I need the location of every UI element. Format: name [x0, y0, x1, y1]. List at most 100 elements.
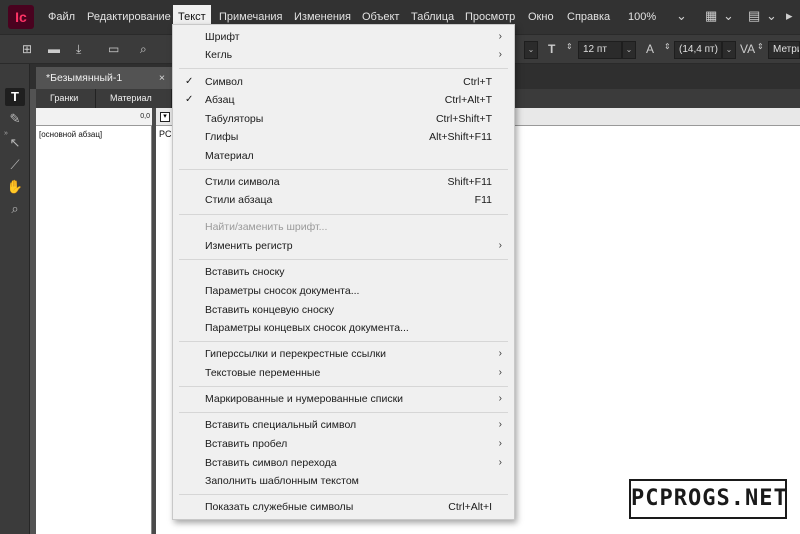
ruler-value: 0,0 — [140, 113, 150, 120]
note-tool-icon[interactable]: ✎ — [5, 110, 25, 128]
menu-item-paragraph[interactable]: ✓ Абзац Ctrl+Alt+T — [173, 91, 514, 109]
menu-item-label: Изменить регистр — [205, 240, 293, 252]
menu-item-endnote-options[interactable]: Параметры концевых сносок документа... — [173, 319, 514, 337]
menu-item-hyperlinks[interactable]: Гиперссылки и перекрестные ссылки › — [173, 345, 514, 363]
menu-item-insert-footnote[interactable]: Вставить сноску — [173, 263, 514, 281]
ruler-marker-icon[interactable]: ▾ — [160, 112, 170, 122]
zoom-dropdown-icon[interactable]: ⌄ — [676, 8, 687, 24]
font-size-dropdown[interactable]: ⌄ — [622, 41, 636, 59]
menu-item-shortcut: Ctrl+T — [463, 76, 492, 88]
screen-mode-dropdown-icon[interactable]: ⌄ — [723, 8, 734, 24]
menu-item-label: Параметры сносок документа... — [205, 285, 360, 297]
menu-item-label: Вставить концевую сноску — [205, 304, 334, 316]
menu-changes[interactable]: Изменения — [294, 9, 351, 25]
menu-item-label: Кегль — [205, 49, 233, 61]
leading-field[interactable]: (14,4 пт) — [674, 41, 722, 59]
leading-stepper-icon[interactable]: ⇕ — [664, 42, 671, 51]
menu-item-insert-white-space[interactable]: Вставить пробел › — [173, 435, 514, 453]
menu-notes[interactable]: Примечания — [219, 9, 283, 25]
depth-ruler: 0,0 — [36, 108, 152, 126]
menu-item-tabs[interactable]: Табуляторы Ctrl+Shift+T — [173, 110, 514, 128]
tools-panel: » T ✎ ↖ ⟋ ✋ ⌕ — [0, 64, 30, 534]
menu-item-change-case[interactable]: Изменить регистр › — [173, 237, 514, 255]
paragraph-style-label: [основной абзац] — [39, 130, 103, 139]
menu-separator — [179, 494, 508, 495]
menu-item-shortcut: Ctrl+Shift+T — [435, 113, 492, 125]
menu-item-insert-special-character[interactable]: Вставить специальный символ › — [173, 416, 514, 434]
menu-item-label: Абзац — [205, 94, 235, 106]
tab-galley[interactable]: Гранки — [36, 89, 96, 108]
menu-item-insert-break-character[interactable]: Вставить символ перехода › — [173, 454, 514, 472]
menu-item-show-hidden-characters[interactable]: Показать служебные символы Ctrl+Alt+I — [173, 498, 514, 516]
checkmark-icon: ✓ — [185, 76, 194, 87]
menu-window[interactable]: Окно — [528, 9, 554, 25]
menu-item-label: Маркированные и нумерованные списки — [205, 393, 404, 405]
menu-item-label: Табуляторы — [205, 113, 264, 125]
zoom-tool-icon[interactable]: ⌕ — [5, 200, 25, 218]
menu-object[interactable]: Объект — [362, 9, 399, 25]
hand-tool-icon[interactable]: ✋ — [5, 178, 25, 196]
menu-item-paragraph-styles[interactable]: Стили абзаца F11 — [173, 191, 514, 209]
menu-item-font[interactable]: Шрифт › — [173, 28, 514, 46]
menu-item-find-font: Найти/заменить шрифт... — [173, 218, 514, 236]
menu-item-size[interactable]: Кегль › — [173, 46, 514, 64]
submenu-arrow-icon: › — [498, 367, 502, 378]
menu-item-label: Найти/заменить шрифт... — [205, 221, 328, 233]
menu-item-bullets-numbering[interactable]: Маркированные и нумерованные списки › — [173, 390, 514, 408]
open-icon[interactable]: ▬ — [48, 42, 60, 56]
submenu-arrow-icon: › — [498, 438, 502, 449]
type-tool-icon[interactable]: T — [5, 88, 25, 106]
menu-item-insert-endnote[interactable]: Вставить концевую сноску — [173, 301, 514, 319]
direct-selection-tool-icon[interactable]: ↖ — [5, 134, 25, 152]
menu-view[interactable]: Просмотр — [465, 9, 515, 25]
menu-table[interactable]: Таблица — [411, 9, 454, 25]
share-icon[interactable]: ▸ — [786, 8, 793, 24]
menu-item-label: Глифы — [205, 131, 239, 143]
leading-dropdown[interactable]: ⌄ — [722, 41, 736, 59]
zoom-level[interactable]: 100% — [628, 9, 656, 25]
menu-item-character-styles[interactable]: Стили символа Shift+F11 — [173, 173, 514, 191]
menu-item-label: Вставить специальный символ — [205, 419, 357, 431]
font-size-field[interactable]: 12 пт — [578, 41, 622, 59]
arrange-dropdown-icon[interactable]: ⌄ — [766, 8, 777, 24]
menu-item-glyphs[interactable]: Глифы Alt+Shift+F11 — [173, 128, 514, 146]
eyedropper-tool-icon[interactable]: ⟋ — [5, 156, 25, 174]
menu-item-story[interactable]: Материал — [173, 147, 514, 165]
submenu-arrow-icon: › — [498, 240, 502, 251]
menu-item-footnote-options[interactable]: Параметры сносок документа... — [173, 282, 514, 300]
arrange-documents-icon[interactable]: ▤ — [748, 8, 760, 24]
menu-separator — [179, 412, 508, 413]
font-style-dropdown[interactable]: ⌄ — [524, 41, 538, 59]
tab-story[interactable]: Материал — [96, 89, 172, 108]
menu-help[interactable]: Справка — [567, 9, 610, 25]
submenu-arrow-icon: › — [498, 31, 502, 42]
kerning-field[interactable]: Метрич — [768, 41, 800, 59]
kerning-stepper-icon[interactable]: ⇕ — [757, 42, 764, 51]
search-icon[interactable]: ⌕ — [140, 42, 147, 57]
submenu-arrow-icon: › — [498, 457, 502, 468]
text-menu-dropdown: Шрифт › Кегль › ✓ Символ Ctrl+T ✓ Абзац … — [172, 24, 515, 520]
new-document-icon[interactable]: ⊞ — [22, 42, 32, 56]
document-tab[interactable]: *Безымянный-1 × — [36, 67, 173, 89]
menu-item-fill-placeholder-text[interactable]: Заполнить шаблонным текстом — [173, 472, 514, 490]
submenu-arrow-icon: › — [498, 419, 502, 430]
menu-file[interactable]: Файл — [48, 9, 75, 25]
submenu-arrow-icon: › — [498, 49, 502, 60]
close-icon[interactable]: × — [159, 67, 165, 89]
menu-item-label: Вставить сноску — [205, 266, 285, 278]
menu-item-label: Вставить символ перехода — [205, 457, 337, 469]
menu-separator — [179, 169, 508, 170]
menu-item-shortcut: Alt+Shift+F11 — [429, 131, 492, 143]
menu-separator — [179, 68, 508, 69]
menu-item-text-variables[interactable]: Текстовые переменные › — [173, 364, 514, 382]
menu-separator — [179, 214, 508, 215]
font-size-stepper-icon[interactable]: ⇕ — [566, 42, 573, 51]
menu-item-label: Шрифт — [205, 31, 240, 43]
screen-mode-icon[interactable]: ▦ — [705, 8, 717, 24]
font-size-icon: T — [548, 42, 556, 56]
menu-edit[interactable]: Редактирование — [87, 9, 171, 25]
print-icon[interactable]: ▭ — [108, 42, 119, 56]
save-icon[interactable]: ⤓ — [76, 42, 81, 57]
menu-item-character[interactable]: ✓ Символ Ctrl+T — [173, 73, 514, 91]
menu-item-label: Символ — [205, 76, 243, 88]
